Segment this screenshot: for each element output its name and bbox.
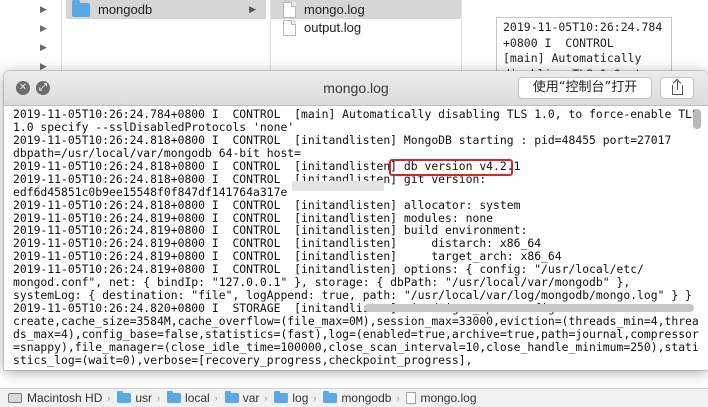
folder-icon [274,391,289,403]
preview-line: [main] Automatically [503,51,642,65]
chevron-right-icon: › [157,393,161,403]
folder-icon [224,391,239,403]
document-icon [283,19,296,36]
vertical-scrollbar[interactable] [693,109,701,129]
fullscreen-icon[interactable]: ⤢ [36,81,50,95]
disclosure-arrow-icon[interactable]: ▶ [40,61,50,71]
hard-drive-icon [8,393,22,403]
folder-icon [117,391,132,403]
horizontal-scrollbar[interactable] [364,304,694,312]
finder-column-folders: mongodb ▶ [61,0,269,78]
path-crumb-usr[interactable]: usr › [117,391,165,405]
share-button[interactable] [660,77,694,99]
log-line: dbpath=/usr/local/var/mongodb 64-bit hos… [13,145,302,160]
path-crumb-mongodb[interactable]: mongodb › [323,391,404,405]
folder-icon [167,391,182,403]
crumb-label: usr [135,391,153,405]
close-icon[interactable]: ✕ [16,81,30,95]
chevron-right-icon: › [396,393,400,403]
crumb-label: local [185,391,210,405]
log-line: 1.0 specify --sslDisabledProtocols 'none… [13,119,295,134]
finder-column-files: mongo.log output.log [270,0,461,78]
preview-line: 2019-11-05T10:26:24.784 [503,20,663,34]
crumb-label: mongodb [341,391,392,405]
quicklook-window: mongo.log ✕ ⤢ 使用“控制台”打开 2019-11-05T10:26… [4,71,708,370]
open-with-console-button[interactable]: 使用“控制台”打开 [518,77,652,99]
log-line: ds_max=4),config_base=false,statistics=(… [13,326,699,341]
folder-name: mongodb [98,2,153,17]
log-content[interactable]: 2019-11-05T10:26:24.784+0800 I CONTROL [… [4,107,708,370]
db-version-highlight [389,159,513,176]
chevron-right-icon: ▶ [249,4,256,14]
path-crumb-macintosh-hd[interactable]: Macintosh HD › [0,391,115,405]
folder-icon [72,0,90,17]
crumb-label: var [242,391,260,405]
path-crumb-var[interactable]: var › [224,391,273,405]
chevron-right-icon: › [313,393,317,403]
crumb-label: mongo.log [420,391,477,405]
log-line: 2019-11-05T10:26:24.784+0800 I CONTROL [… [13,107,699,121]
finder-preview-column: 2019-11-05T10:26:24.784 +0800 I CONTROL … [461,0,708,78]
chevron-right-icon: › [107,393,111,403]
log-line: stics_log=(wait=0),verbose=[recovery_pro… [13,352,473,367]
file-name: output.log [304,20,362,35]
log-line: 2019-11-05T10:26:24.818+0800 I CONTROL [… [13,158,521,173]
folder-item-mongodb[interactable]: mongodb ▶ [66,0,266,19]
crumb-label: Macintosh HD [27,391,103,405]
file-item-mongo-log[interactable]: mongo.log [271,0,461,19]
finder-column-parent: ▶ ▶ ▶ ▶ [0,0,60,78]
path-crumb-log[interactable]: log › [274,391,321,405]
redacted-hostname [292,181,384,191]
crumb-label: log [292,391,309,405]
path-crumb-mongo-log[interactable]: mongo.log [406,391,477,405]
file-item-output-log[interactable]: output.log [271,18,461,37]
path-crumb-local[interactable]: local › [167,391,223,405]
preview-line: +0800 I CONTROL [503,35,614,50]
log-line: =snappy),file_manager=(close_idle_time=1… [13,339,699,354]
chevron-right-icon: › [264,393,268,403]
log-line: create,cache_size=3584M,cache_overflow=(… [13,314,699,328]
file-preview: 2019-11-05T10:26:24.784 +0800 I CONTROL … [496,17,672,77]
file-name: mongo.log [304,2,365,17]
quicklook-titlebar: mongo.log ✕ ⤢ 使用“控制台”打开 [4,71,708,106]
path-bar: Macintosh HD › usr › local › var › log ›… [0,388,708,407]
log-line: 2019-11-05T10:26:24.818+0800 I CONTROL [… [13,132,672,147]
log-line: 2019-11-05T10:26:24.818+0800 I CONTROL [… [13,197,521,212]
folder-icon [323,391,338,403]
log-text: 2019-11-05T10:26:24.784+0800 I CONTROL [… [13,107,699,367]
chevron-right-icon: › [214,393,218,403]
document-icon [283,1,296,18]
disclosure-arrow-icon[interactable]: ▶ [40,4,50,14]
document-icon [406,392,417,404]
disclosure-arrow-icon[interactable]: ▶ [40,42,50,52]
disclosure-arrow-icon[interactable]: ▶ [40,23,50,33]
